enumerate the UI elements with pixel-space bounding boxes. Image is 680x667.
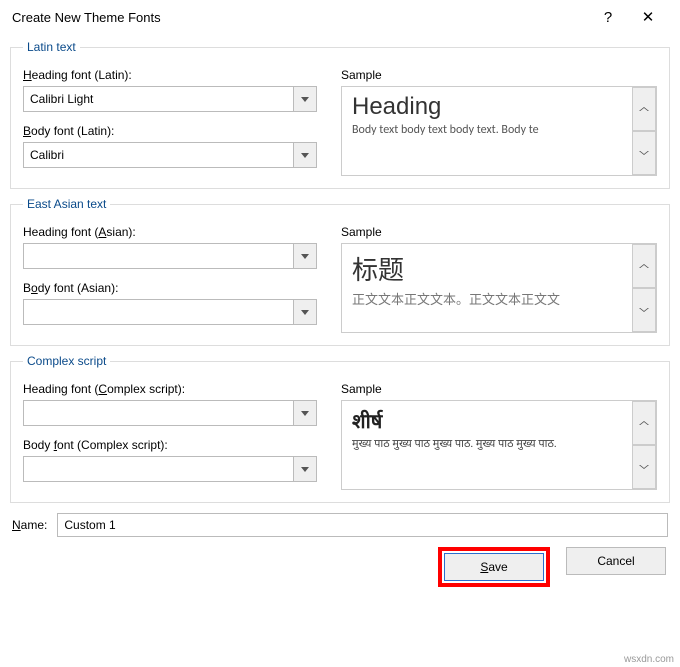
help-button[interactable]: ? [588, 9, 628, 26]
chevron-up-icon [639, 264, 649, 268]
chevron-down-icon [301, 254, 309, 259]
name-label: Name: [12, 518, 47, 532]
button-row: Save Cancel [10, 547, 670, 587]
chevron-down-icon [301, 310, 309, 315]
asian-heading-label: Heading font (Asian): [23, 225, 323, 239]
complex-body-label: Body font (Complex script): [23, 438, 323, 452]
complex-heading-combo[interactable] [23, 400, 317, 426]
asian-sample-body: 正文文本正文文本。正文文本正文文 [352, 289, 622, 308]
chevron-down-icon [301, 411, 309, 416]
chevron-down-icon [301, 153, 309, 158]
complex-sample-body: मुख्य पाठ मुख्य पाठ मुख्य पाठ. मुख्य पाठ… [352, 436, 622, 451]
latin-sample-size-down[interactable] [633, 131, 656, 175]
asian-body-dropdown-button[interactable] [293, 299, 317, 325]
latin-sample-size-up[interactable] [633, 87, 656, 131]
complex-body-input[interactable] [23, 456, 293, 482]
save-button[interactable]: Save [444, 553, 544, 581]
latin-body-input[interactable] [23, 142, 293, 168]
chevron-down-icon [301, 97, 309, 102]
asian-sample-box: 标题 正文文本正文文本。正文文本正文文 [341, 243, 657, 333]
asian-heading-dropdown-button[interactable] [293, 243, 317, 269]
complex-heading-dropdown-button[interactable] [293, 400, 317, 426]
latin-sample-body: Body text body text body text. Body te [352, 123, 622, 137]
latin-heading-label: Heading font (Latin): [23, 68, 323, 82]
latin-heading-combo[interactable] [23, 86, 317, 112]
complex-heading-input[interactable] [23, 400, 293, 426]
asian-body-input[interactable] [23, 299, 293, 325]
asian-sample-heading: 标题 [352, 250, 622, 287]
name-row: Name: [12, 513, 668, 537]
latin-body-combo[interactable] [23, 142, 317, 168]
asian-body-combo[interactable] [23, 299, 317, 325]
name-input[interactable] [57, 513, 668, 537]
watermark: wsxdn.com [624, 654, 674, 665]
complex-group: Complex script Heading font (Complex scr… [10, 354, 670, 503]
latin-sample-heading: Heading [352, 93, 622, 121]
latin-group: Latin text Heading font (Latin): Body fo… [10, 40, 670, 189]
latin-sample-box: Heading Body text body text body text. B… [341, 86, 657, 176]
window-title: Create New Theme Fonts [12, 10, 588, 25]
complex-legend: Complex script [23, 354, 110, 368]
chevron-down-icon [639, 151, 649, 155]
asian-heading-input[interactable] [23, 243, 293, 269]
complex-body-combo[interactable] [23, 456, 317, 482]
asian-sample-label: Sample [341, 225, 657, 239]
asian-legend: East Asian text [23, 197, 110, 211]
latin-sample-label: Sample [341, 68, 657, 82]
asian-body-label: Body font (Asian): [23, 281, 323, 295]
chevron-up-icon [639, 421, 649, 425]
close-button[interactable]: ✕ [628, 8, 668, 26]
complex-sample-size-down[interactable] [633, 445, 656, 489]
complex-sample-heading: शीर्ष [352, 407, 622, 434]
latin-heading-input[interactable] [23, 86, 293, 112]
dialog-content: Latin text Heading font (Latin): Body fo… [0, 30, 680, 597]
chevron-down-icon [301, 467, 309, 472]
asian-sample-size-up[interactable] [633, 244, 656, 288]
latin-heading-dropdown-button[interactable] [293, 86, 317, 112]
save-highlight: Save [438, 547, 550, 587]
latin-legend: Latin text [23, 40, 80, 54]
complex-body-dropdown-button[interactable] [293, 456, 317, 482]
asian-sample-size-down[interactable] [633, 288, 656, 332]
complex-sample-label: Sample [341, 382, 657, 396]
title-bar: Create New Theme Fonts ? ✕ [0, 0, 680, 30]
asian-heading-combo[interactable] [23, 243, 317, 269]
chevron-down-icon [639, 465, 649, 469]
latin-body-dropdown-button[interactable] [293, 142, 317, 168]
complex-sample-box: शीर्ष मुख्य पाठ मुख्य पाठ मुख्य पाठ. मुख… [341, 400, 657, 490]
asian-group: East Asian text Heading font (Asian): Bo… [10, 197, 670, 346]
chevron-up-icon [639, 107, 649, 111]
cancel-button[interactable]: Cancel [566, 547, 666, 575]
complex-heading-label: Heading font (Complex script): [23, 382, 323, 396]
latin-body-label: Body font (Latin): [23, 124, 323, 138]
complex-sample-size-up[interactable] [633, 401, 656, 445]
chevron-down-icon [639, 308, 649, 312]
